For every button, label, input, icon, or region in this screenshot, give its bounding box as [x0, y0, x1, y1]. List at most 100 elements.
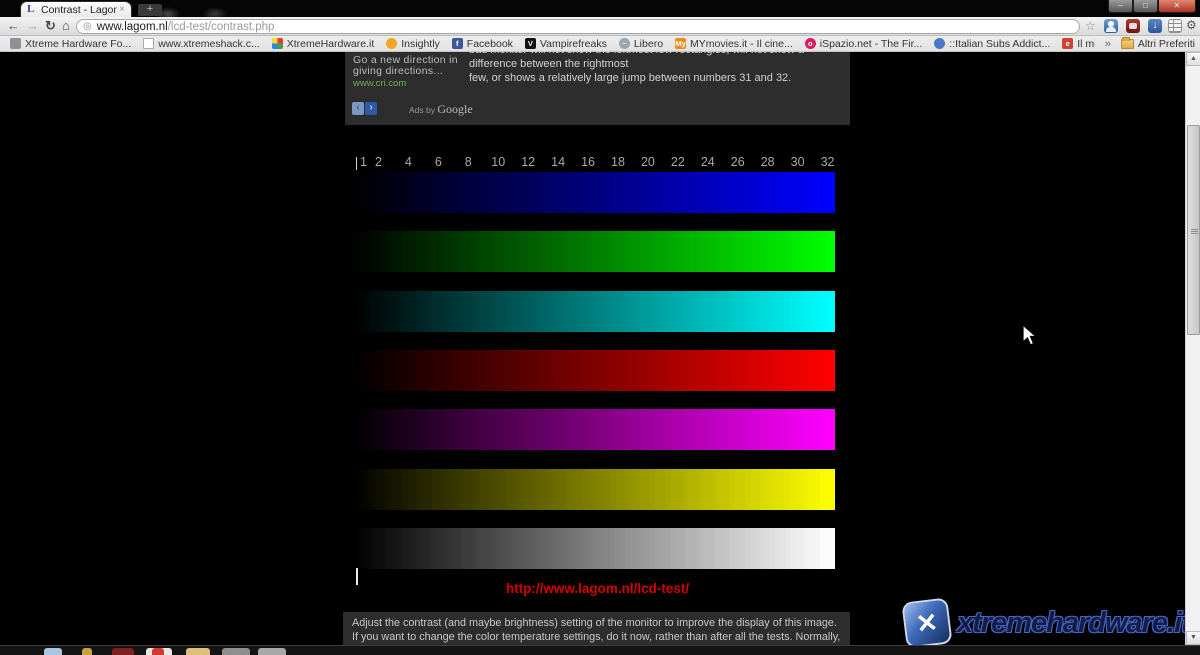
- forward-icon[interactable]: →: [26, 18, 39, 33]
- bar-step: [715, 350, 730, 391]
- bookmark-favicon-icon: V: [525, 38, 536, 49]
- intro-line-clipped: bad monitor will not show the leftmost f…: [469, 52, 841, 71]
- ad-headline[interactable]: Go a new direction in giving directions.…: [353, 55, 465, 77]
- bookmark-item[interactable]: Insightly: [380, 38, 446, 50]
- bar-step: [640, 172, 655, 213]
- page-security-icon[interactable]: ◎: [83, 21, 92, 32]
- bar-step: [596, 409, 611, 450]
- bookmarks-overflow-chevron[interactable]: »: [1095, 38, 1121, 50]
- bar-step: [566, 231, 581, 272]
- bookmark-star-icon[interactable]: ☆: [1085, 19, 1096, 33]
- bar-step: [461, 350, 476, 391]
- bar-step: [805, 469, 820, 510]
- bookmark-item[interactable]: MyMYmovies.it - Il cine...: [669, 38, 799, 50]
- maximize-button[interactable]: □: [1133, 0, 1158, 13]
- bar-step: [700, 528, 715, 569]
- taskbar-item[interactable]: [222, 648, 250, 655]
- bar-step: [566, 291, 581, 332]
- bar-step: [386, 291, 401, 332]
- bar-step: [431, 231, 446, 272]
- taskbar-item[interactable]: [258, 648, 286, 655]
- bar-step: [760, 528, 775, 569]
- bookmark-label: Xtreme Hardware Fo...: [25, 38, 131, 50]
- bar-step: [670, 291, 685, 332]
- bookmark-item[interactable]: XtremeHardware.it: [266, 38, 381, 50]
- bar-step: [670, 172, 685, 213]
- home-icon[interactable]: ⌂: [62, 18, 70, 33]
- scale-number: 28: [761, 155, 775, 169]
- wrench-menu-icon[interactable]: ⚙: [1186, 18, 1197, 32]
- gradient-bar-blue: [356, 172, 835, 213]
- bookmark-item[interactable]: fFacebook: [446, 38, 519, 50]
- taskbar-item[interactable]: [82, 648, 92, 655]
- ad-display-url[interactable]: www.cri.com: [353, 78, 406, 89]
- taskbar-item[interactable]: [44, 648, 62, 655]
- bar-step: [610, 528, 625, 569]
- tab-favicon: L: [27, 4, 37, 15]
- bar-step: [416, 231, 431, 272]
- address-bar[interactable]: ◎ www.lagom.nl/lcd-test/contrast.php: [76, 19, 1080, 34]
- taskbar-item[interactable]: [112, 648, 134, 655]
- bar-step: [431, 528, 446, 569]
- bar-step: [685, 528, 700, 569]
- bar-step: [596, 231, 611, 272]
- bar-step: [551, 291, 566, 332]
- tab-close-icon[interactable]: ×: [117, 4, 127, 15]
- extension-grid-icon[interactable]: [1168, 19, 1182, 33]
- bookmark-item[interactable]: Xtreme Hardware Fo...: [4, 38, 137, 50]
- bookmark-item[interactable]: VVampirefreaks: [519, 38, 613, 50]
- bar-step: [506, 469, 521, 510]
- scrollbar-up-icon[interactable]: ▲: [1186, 52, 1200, 66]
- ad-prev-button[interactable]: ‹: [352, 102, 364, 115]
- bar-step: [790, 409, 805, 450]
- bookmark-item[interactable]: www.xtremeshack.c...: [137, 38, 266, 50]
- scrollbar-down-icon[interactable]: ▼: [1186, 631, 1200, 645]
- bar-step: [506, 291, 521, 332]
- ads-by-google[interactable]: Ads by Google: [409, 102, 473, 117]
- extension-person-icon[interactable]: [1104, 19, 1118, 33]
- other-bookmarks-folder[interactable]: Altri Preferiti: [1138, 38, 1195, 50]
- bookmark-label: ::Italian Subs Addict...: [949, 38, 1050, 50]
- bar-step: [596, 469, 611, 510]
- bar-step: [476, 409, 491, 450]
- reload-icon[interactable]: ↻: [45, 18, 56, 34]
- scrollbar-thumb[interactable]: [1187, 125, 1200, 335]
- gradient-bar-magenta: [356, 409, 835, 450]
- bookmark-item[interactable]: ::Italian Subs Addict...: [928, 38, 1056, 50]
- bar-step: [700, 291, 715, 332]
- browser-tab[interactable]: L Contrast - Lagom LCD test ×: [20, 1, 132, 17]
- back-icon[interactable]: ←: [7, 18, 20, 33]
- taskbar-item[interactable]: [152, 648, 164, 655]
- close-button[interactable]: ✕: [1158, 0, 1196, 13]
- bar-step: [640, 469, 655, 510]
- bar-step: [730, 172, 745, 213]
- bookmark-item[interactable]: eIl mio eBay: [1056, 38, 1094, 50]
- bar-step: [521, 231, 536, 272]
- bar-step: [371, 172, 386, 213]
- new-tab-button[interactable]: +: [138, 4, 162, 16]
- page-footer-box: Adjust the contrast (and maybe brightnes…: [343, 612, 850, 645]
- bar-step: [431, 172, 446, 213]
- bar-step: [655, 231, 670, 272]
- ad-next-button[interactable]: ›: [365, 102, 377, 115]
- bar-step: [521, 528, 536, 569]
- extension-download-icon[interactable]: ↓: [1148, 19, 1162, 33]
- bar-step: [371, 291, 386, 332]
- bookmark-item[interactable]: ~Libero: [613, 38, 669, 50]
- scrollbar[interactable]: ▲ ▼: [1185, 52, 1200, 645]
- minimize-button[interactable]: –: [1108, 0, 1133, 13]
- bookmark-item[interactable]: oiSpazio.net - The Fir...: [799, 38, 929, 50]
- bar-step: [446, 409, 461, 450]
- bar-step: [730, 469, 745, 510]
- bar-step: [461, 291, 476, 332]
- lagom-link[interactable]: http://www.lagom.nl/lcd-test/: [345, 581, 850, 596]
- bar-step: [655, 469, 670, 510]
- bar-step: [790, 350, 805, 391]
- bar-step: [431, 469, 446, 510]
- tab-title: Contrast - Lagom LCD test: [41, 4, 117, 16]
- bar-step: [790, 469, 805, 510]
- gradient-bar-green: [356, 231, 835, 272]
- extension-video-icon[interactable]: [1126, 19, 1140, 33]
- taskbar-item[interactable]: [186, 648, 210, 655]
- watermark: ✕ xtremehardware.it: [900, 597, 1185, 645]
